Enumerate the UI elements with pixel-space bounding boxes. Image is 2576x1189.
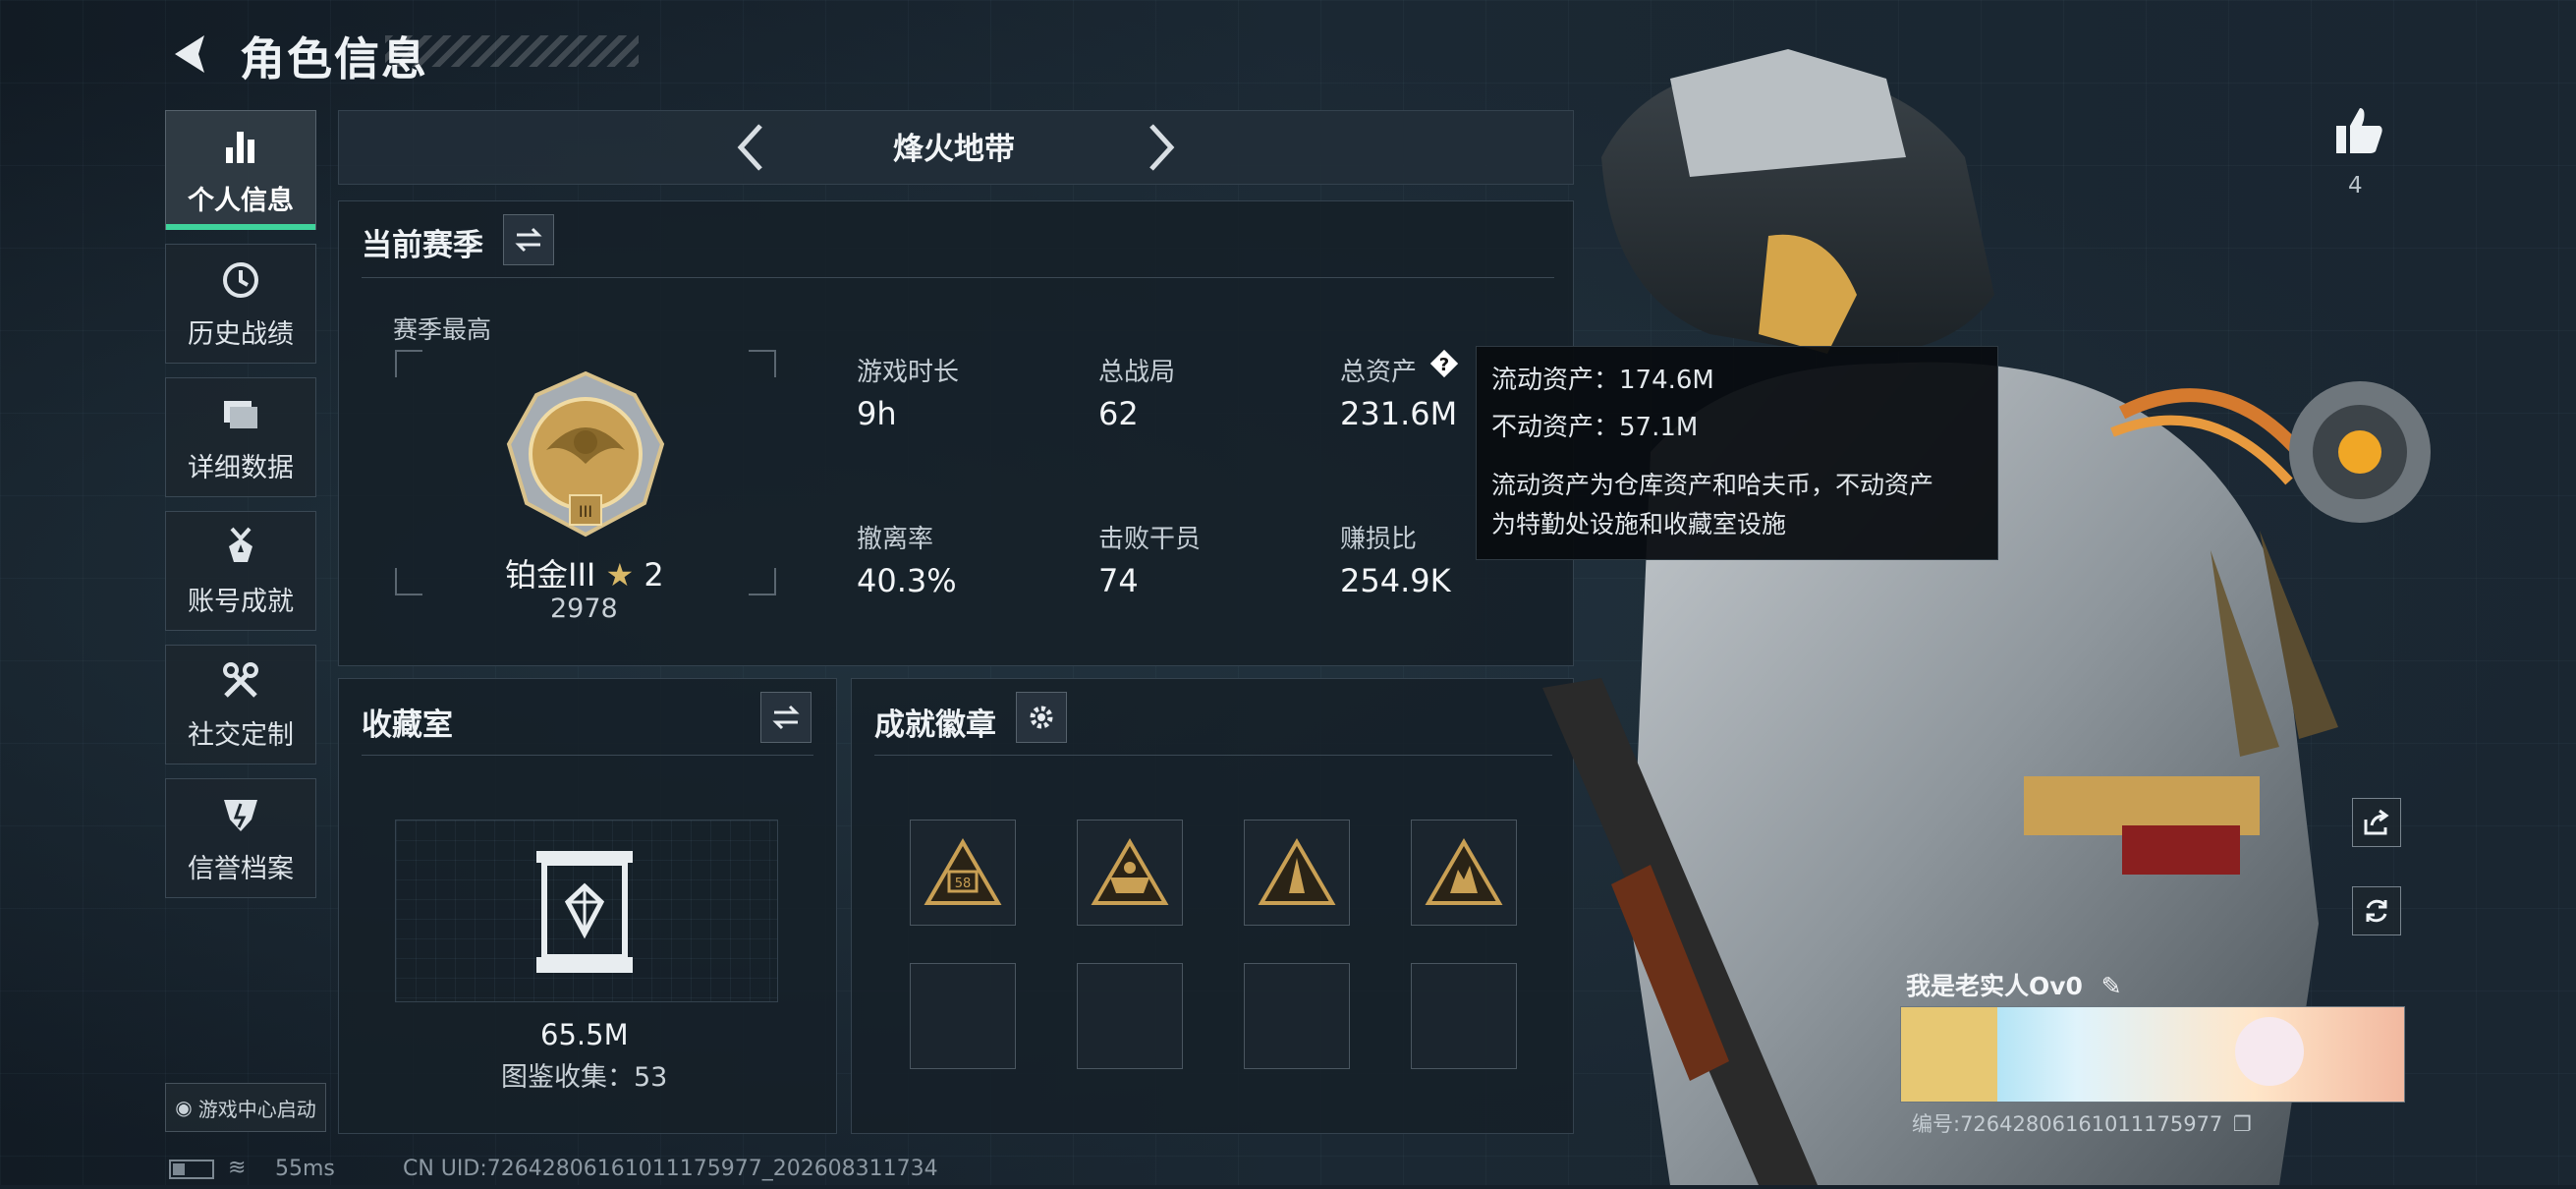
stat-label-profit-ratio: 赚损比 xyxy=(1340,525,1418,554)
player-card-banner[interactable] xyxy=(1900,1006,2405,1103)
collection-catalog: 图鉴收集：53 xyxy=(501,1062,668,1093)
player-name-row: 我是老实人Ov0 ✎ xyxy=(1906,967,2122,1002)
launch-icon: ◉ xyxy=(175,1096,193,1119)
nav-item-achievements[interactable]: 账号成就 xyxy=(165,511,316,631)
banner-character-art xyxy=(2235,1017,2304,1086)
tooltip-description-line2: 为特勤处设施和收藏室设施 xyxy=(1491,510,1787,538)
nav-label: 个人信息 xyxy=(188,185,294,216)
history-icon xyxy=(223,261,258,298)
stat-label-matches: 总战局 xyxy=(1098,358,1176,387)
svg-text:III: III xyxy=(579,502,592,521)
nav-label: 历史战绩 xyxy=(188,318,294,350)
back-arrow-icon[interactable] xyxy=(165,29,214,79)
svg-text:58: 58 xyxy=(955,877,972,891)
nav-item-personal-info[interactable]: 个人信息 xyxy=(165,110,316,230)
player-name: 我是老实人Ov0 xyxy=(1906,972,2083,1000)
svg-text:?: ? xyxy=(1439,355,1449,375)
divider xyxy=(362,277,1554,278)
triangle-badge-icon xyxy=(1258,838,1336,905)
achievements-settings-button[interactable] xyxy=(1016,692,1067,743)
stat-label-assets: 总资产 xyxy=(1340,358,1418,387)
edit-pencil-icon[interactable]: ✎ xyxy=(2101,972,2122,1000)
rank-badge: III xyxy=(497,366,674,542)
mode-name: 烽火地带 xyxy=(893,132,1015,167)
player-id-row: 编号:72642806161011175977 ❐ xyxy=(1912,1108,2252,1138)
season-switch-button[interactable] xyxy=(503,214,554,265)
nav-item-social[interactable]: 社交定制 xyxy=(165,645,316,764)
star-icon: ★ xyxy=(605,556,635,594)
title-decoration xyxy=(385,35,639,67)
collection-value: 65.5M xyxy=(540,1018,629,1051)
wifi-icon: ≋ xyxy=(228,1156,247,1180)
tooltip-liquid-assets: 流动资产：174.6M xyxy=(1491,366,1714,395)
stat-label-kills: 击败干员 xyxy=(1098,525,1202,554)
swap-icon xyxy=(772,705,800,730)
achievements-title: 成就徽章 xyxy=(874,708,996,743)
achievement-badge-3[interactable] xyxy=(1244,820,1350,926)
refresh-icon xyxy=(2366,899,2387,923)
uid-text: CN UID:72642806161011175977_202608311734 xyxy=(403,1157,938,1181)
thumbs-up-icon[interactable] xyxy=(2332,104,2385,157)
game-center-launch-button[interactable]: ◉ 游戏中心启动 xyxy=(165,1083,326,1132)
tooltip-fixed-assets: 不动资产：57.1M xyxy=(1491,413,1699,442)
achievement-badge-1[interactable]: 58 xyxy=(910,820,1016,926)
chevron-right-icon[interactable] xyxy=(1142,120,1181,175)
stat-value-matches: 62 xyxy=(1098,395,1139,432)
collection-case-icon xyxy=(531,847,639,977)
player-id: 编号:72642806161011175977 xyxy=(1912,1112,2223,1136)
stat-value-profit-ratio: 254.9K xyxy=(1340,562,1451,599)
player-avatar xyxy=(1901,1007,1997,1102)
shield-icon xyxy=(224,799,257,831)
divider xyxy=(362,755,813,756)
achievement-slot-empty[interactable] xyxy=(910,963,1016,1069)
nav-item-details[interactable]: 详细数据 xyxy=(165,377,316,497)
refresh-button[interactable] xyxy=(2352,886,2401,935)
nav-item-history[interactable]: 历史战绩 xyxy=(165,244,316,364)
triangle-badge-icon: 58 xyxy=(924,838,1002,905)
achievement-slot-empty[interactable] xyxy=(1077,963,1183,1069)
nav-label: 社交定制 xyxy=(188,719,294,751)
folder-icon xyxy=(224,400,257,428)
divider xyxy=(874,755,1552,756)
collection-switch-button[interactable] xyxy=(760,692,812,743)
achievement-slot-empty[interactable] xyxy=(1411,963,1517,1069)
chevron-left-icon[interactable] xyxy=(731,120,770,175)
nav-item-credit[interactable]: 信誉档案 xyxy=(165,778,316,898)
tools-icon xyxy=(223,661,258,698)
tooltip-description-line1: 流动资产为仓库资产和哈夫币，不动资产 xyxy=(1491,471,1934,499)
launch-label: 游戏中心启动 xyxy=(197,1097,316,1121)
rank-score: 2978 xyxy=(550,594,618,624)
ping-value: 55ms xyxy=(275,1157,335,1181)
gear-icon xyxy=(1030,706,1053,729)
rank-name: 铂金III xyxy=(505,556,596,594)
achievement-badge-4[interactable] xyxy=(1411,820,1517,926)
copy-icon[interactable]: ❐ xyxy=(2233,1112,2252,1136)
season-title: 当前赛季 xyxy=(362,228,483,263)
stat-value-assets: 231.6M xyxy=(1340,395,1458,432)
triangle-badge-icon xyxy=(1425,838,1503,905)
stat-value-extract-rate: 40.3% xyxy=(857,562,957,599)
collection-title: 收藏室 xyxy=(362,708,453,743)
nav-label: 信誉档案 xyxy=(188,853,294,884)
achievement-slot-empty[interactable] xyxy=(1244,963,1350,1069)
achievement-badge-2[interactable] xyxy=(1077,820,1183,926)
battery-icon xyxy=(169,1160,214,1179)
stat-value-kills: 74 xyxy=(1098,562,1139,599)
stat-label-playtime: 游戏时长 xyxy=(857,358,960,387)
season-best-label: 赛季最高 xyxy=(393,315,492,344)
rank-stars: 2 xyxy=(644,556,664,594)
share-button[interactable] xyxy=(2352,798,2401,847)
nav-label: 账号成就 xyxy=(188,586,294,617)
rank-name-row: 铂金III ★ 2 xyxy=(505,550,664,595)
stat-value-playtime: 9h xyxy=(857,395,897,432)
nav-label: 详细数据 xyxy=(188,452,294,483)
swap-icon xyxy=(515,227,542,253)
like-count: 4 xyxy=(2348,173,2363,198)
stat-label-extract-rate: 撤离率 xyxy=(857,525,934,554)
share-icon xyxy=(2364,809,2389,835)
triangle-badge-icon xyxy=(1091,838,1169,905)
bar-chart-icon xyxy=(226,131,254,163)
medal-icon xyxy=(229,527,252,562)
help-icon[interactable]: ? xyxy=(1428,348,1460,379)
